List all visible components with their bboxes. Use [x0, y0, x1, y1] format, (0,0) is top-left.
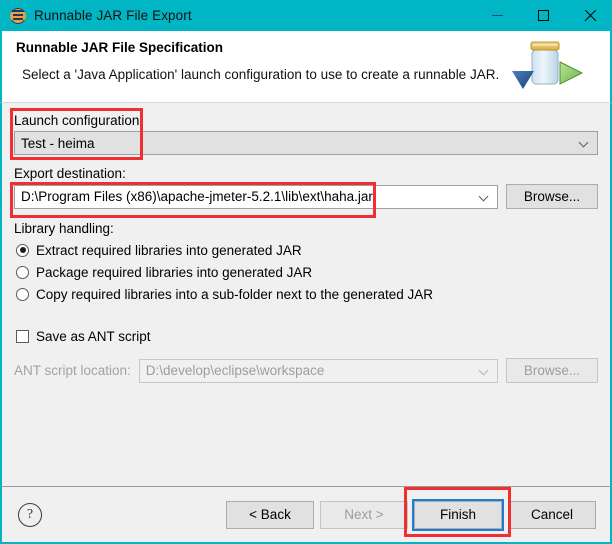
checkbox-icon — [16, 329, 29, 343]
window-controls — [474, 0, 612, 31]
export-destination-combo[interactable]: D:\Program Files (x86)\apache-jmeter-5.2… — [14, 184, 498, 209]
radio-button-icon — [16, 265, 29, 279]
ant-script-location-label: ANT script location: — [14, 363, 131, 378]
launch-configuration-combo[interactable]: Test - heima — [14, 131, 598, 155]
window-title: Runnable JAR File Export — [34, 8, 192, 23]
export-destination-value: D:\Program Files (x86)\apache-jmeter-5.2… — [21, 189, 373, 204]
maximize-icon — [537, 10, 549, 21]
radio-package-libraries[interactable]: Package required libraries into generate… — [16, 261, 598, 283]
back-button[interactable]: < Back — [226, 500, 314, 529]
save-as-ant-script-label: Save as ANT script — [36, 328, 151, 344]
minimize-icon — [491, 15, 503, 16]
save-as-ant-script-checkbox[interactable]: Save as ANT script — [16, 325, 598, 347]
launch-configuration-label: Launch configuration: — [14, 113, 144, 128]
radio-extract-libraries[interactable]: Extract required libraries into generate… — [16, 239, 598, 261]
radio-copy-libraries-label: Copy required libraries into a sub-folde… — [36, 286, 433, 302]
dialog-footer: ? < Back Next > Finish Cancel — [0, 486, 612, 544]
jar-export-icon — [512, 41, 584, 89]
radio-extract-libraries-label: Extract required libraries into generate… — [36, 242, 302, 258]
dialog-header: Runnable JAR File Specification Select a… — [0, 31, 612, 103]
cancel-button[interactable]: Cancel — [508, 500, 596, 529]
question-mark-icon[interactable]: ? — [18, 502, 42, 527]
ant-script-location-value: D:\develop\eclipse\workspace — [145, 363, 325, 378]
radio-button-icon — [16, 287, 29, 301]
chevron-down-icon — [580, 138, 588, 146]
chevron-down-icon — [480, 366, 488, 374]
dialog-body: Launch configuration: Test - heima Expor… — [0, 103, 612, 486]
export-destination-label: Export destination: — [14, 166, 126, 181]
finish-button[interactable]: Finish — [412, 498, 504, 531]
export-destination-browse-button[interactable]: Browse... — [506, 184, 598, 209]
launch-configuration-value: Test - heima — [21, 135, 95, 151]
ant-script-browse-button: Browse... — [506, 358, 598, 383]
footer-button-group: < Back Next > Finish Cancel — [226, 498, 596, 531]
next-button: Next > — [320, 500, 408, 529]
library-handling-label: Library handling: — [14, 221, 114, 236]
maximize-button[interactable] — [520, 0, 566, 31]
title-bar: Runnable JAR File Export — [0, 0, 612, 31]
radio-button-icon — [16, 243, 29, 257]
minimize-button[interactable] — [474, 0, 520, 31]
close-button[interactable] — [566, 0, 612, 31]
eclipse-export-icon — [10, 7, 26, 24]
radio-package-libraries-label: Package required libraries into generate… — [36, 264, 313, 280]
radio-copy-libraries[interactable]: Copy required libraries into a sub-folde… — [16, 283, 598, 305]
chevron-down-icon — [480, 192, 488, 200]
ant-script-location-combo: D:\develop\eclipse\workspace — [138, 358, 498, 383]
close-icon — [583, 9, 596, 22]
runnable-jar-export-dialog: Runnable JAR File Export Runnable JAR Fi… — [0, 0, 612, 544]
